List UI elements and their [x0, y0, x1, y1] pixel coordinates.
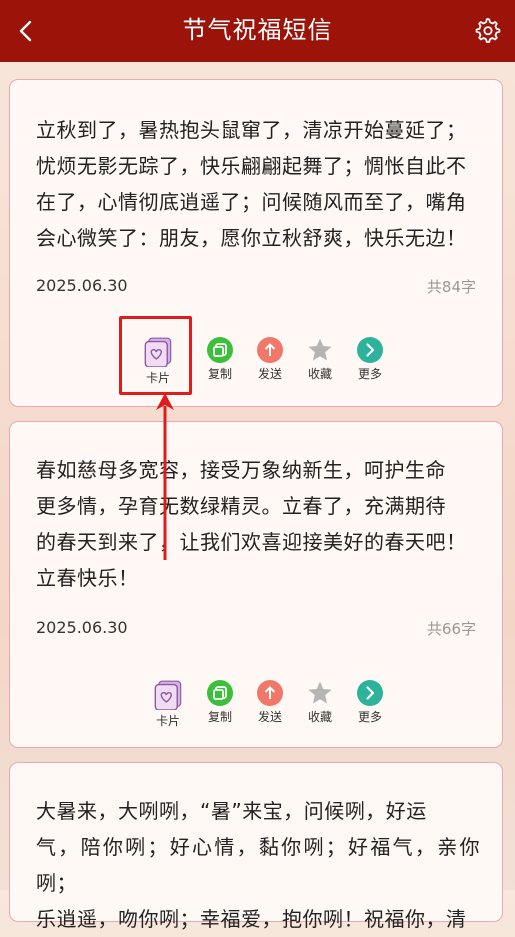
message-text: 春如慈母多宽容，接受万象纳新生，呵护生命 更多情，孕育无数绿精灵。立春了，充满期…: [36, 452, 480, 596]
message-text: 立秋到了，暑热抱头鼠窜了，清凉开始蔓延了； 忧烦无影无踪了，快乐翩翩起舞了；惆怅…: [36, 112, 480, 256]
message-line: 气，陪你咧；好心情，黏你咧；好福气，亲你咧；: [36, 835, 480, 895]
card-button[interactable]: 卡片: [145, 680, 191, 729]
copy-icon: [207, 680, 233, 706]
more-button[interactable]: 更多: [347, 337, 393, 382]
favorite-button[interactable]: 收藏: [297, 337, 343, 382]
chevron-right-icon: [357, 680, 383, 706]
message-line: 会心微笑了：朋友，愿你立秋舒爽，快乐无边！: [36, 226, 467, 250]
message-text: 大暑来，大咧咧，“暑”来宝，问候咧，好运 气，陪你咧；好心情，黏你咧；好福气，亲…: [36, 793, 480, 937]
more-button[interactable]: 更多: [347, 680, 393, 725]
message-line: 在了，心情彻底逍遥了；问候随风而至了，嘴角: [36, 190, 467, 214]
message-line: 忧烦无影无踪了，快乐翩翩起舞了；惆怅自此不: [36, 154, 467, 178]
message-line: 春如慈母多宽容，接受万象纳新生，呵护生命: [36, 458, 446, 482]
star-icon: [308, 338, 332, 361]
message-line: 立春快乐！: [36, 566, 139, 590]
gear-icon[interactable]: [473, 16, 501, 44]
send-button[interactable]: 发送: [247, 337, 293, 382]
send-label: 发送: [257, 710, 282, 724]
word-count: 共66字: [426, 620, 476, 638]
more-label: 更多: [357, 710, 382, 724]
message-card: 大暑来，大咧咧，“暑”来宝，问候咧，好运 气，陪你咧；好心情，黏你咧；好福气，亲…: [9, 762, 503, 931]
message-card: 春如慈母多宽容，接受万象纳新生，呵护生命 更多情，孕育无数绿精灵。立春了，充满期…: [9, 421, 503, 748]
message-line: 乐逍遥，吻你咧；幸福爱，抱你咧！祝福你，清: [36, 907, 467, 931]
copy-icon: [207, 337, 233, 363]
send-icon: [257, 337, 283, 363]
favorite-label: 收藏: [307, 367, 332, 381]
copy-button[interactable]: 复制: [197, 337, 243, 382]
message-line: 更多情，孕育无数绿精灵。立春了，充满期待: [36, 494, 446, 518]
page-title: 节气祝福短信: [182, 16, 333, 44]
send-label: 发送: [257, 367, 282, 381]
send-icon: [257, 680, 283, 706]
copy-label: 复制: [207, 710, 232, 724]
message-date: 2025.06.30: [36, 276, 128, 295]
more-label: 更多: [357, 367, 382, 381]
message-line: 的春天到来了，让我们欢喜迎接美好的春天吧！: [36, 530, 467, 554]
card-label: 卡片: [155, 714, 180, 728]
arrow-up-icon: [156, 393, 174, 560]
word-count: 共84字: [426, 278, 476, 296]
message-date: 2025.06.30: [36, 618, 128, 637]
favorite-label: 收藏: [307, 710, 332, 724]
message-line: 立秋到了，暑热抱头鼠窜了，清凉开始蔓延了；: [36, 118, 467, 142]
send-button[interactable]: 发送: [247, 680, 293, 725]
chevron-right-icon: [357, 337, 383, 363]
favorite-button[interactable]: 收藏: [297, 680, 343, 725]
top-bar: 节气祝福短信: [0, 0, 515, 62]
copy-label: 复制: [207, 367, 232, 381]
highlight-box: [119, 316, 192, 395]
action-bar: 卡片 复制 发送 收藏 更多: [135, 680, 395, 728]
copy-button[interactable]: 复制: [197, 680, 243, 725]
card-icon: [154, 680, 182, 710]
message-card: 立秋到了，暑热抱头鼠窜了，清凉开始蔓延了； 忧烦无影无踪了，快乐翩翩起舞了；惆怅…: [9, 79, 503, 407]
star-icon: [308, 681, 332, 704]
message-line: 大暑来，大咧咧，“暑”来宝，问候咧，好运: [36, 799, 427, 823]
